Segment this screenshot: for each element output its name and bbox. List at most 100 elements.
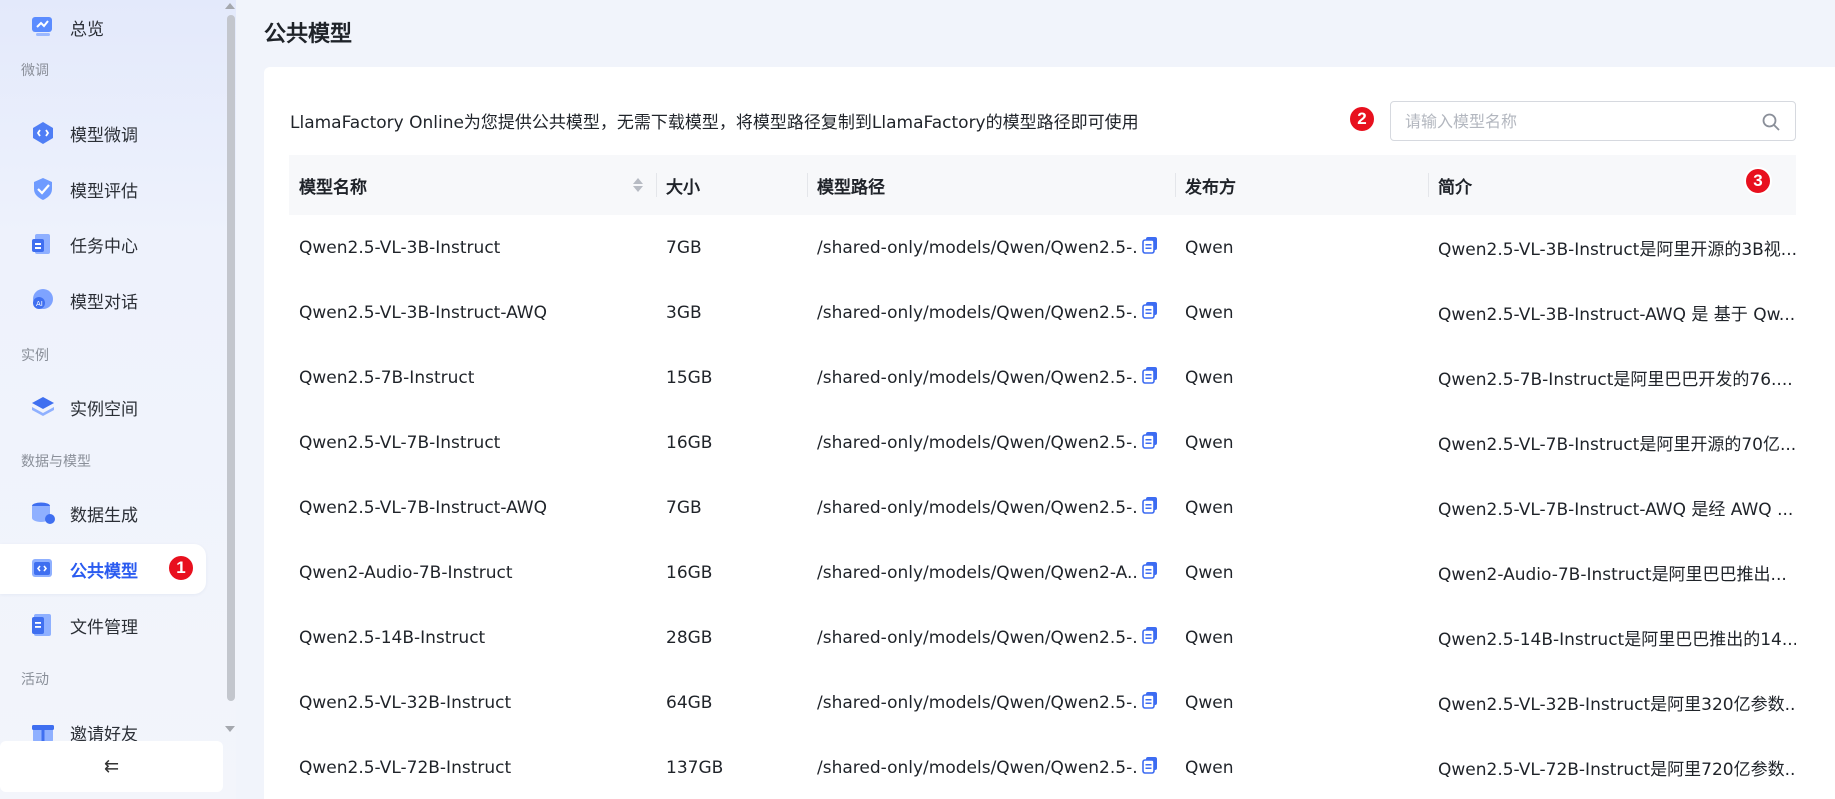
collapse-icon: ⇇: [103, 756, 120, 777]
column-header-model-name[interactable]: 模型名称: [289, 155, 367, 215]
cell-intro: Qwen2.5-VL-3B-Instruct是阿里开源的3B视...: [1438, 240, 1796, 260]
column-header-label: 模型路径: [817, 177, 885, 198]
sidebar-item-label: 任务中心: [70, 236, 138, 257]
database-icon: [32, 502, 55, 524]
copy-icon[interactable]: [1142, 366, 1158, 384]
column-header-intro: 简介: [1428, 155, 1472, 215]
cell-size: 16GB: [666, 432, 713, 453]
cell-publisher: Qwen: [1185, 757, 1234, 778]
cell-size: 15GB: [666, 367, 713, 388]
layers-icon: [32, 397, 54, 416]
cell-model-name: Qwen2.5-VL-7B-Instruct-AWQ: [299, 497, 547, 518]
page-description: LlamaFactory Online为您提供公共模型，无需下载模型，将模型路径…: [290, 113, 1139, 133]
copy-icon[interactable]: [1142, 496, 1158, 514]
cell-model-path: /shared-only/models/Qwen/Qwen2.5-...: [817, 237, 1137, 258]
sidebar-item-instance-space[interactable]: 实例空间: [0, 382, 206, 432]
cell-model-path: /shared-only/models/Qwen/Qwen2.5-...: [817, 432, 1137, 453]
cell-publisher: Qwen: [1185, 627, 1234, 648]
chat-icon: AI: [33, 289, 53, 309]
copy-icon[interactable]: [1142, 431, 1158, 449]
cell-intro: Qwen2.5-VL-32B-Instruct是阿里320亿参数...: [1438, 695, 1796, 715]
sidebar-item-evaluate[interactable]: 模型评估: [0, 164, 206, 214]
cell-publisher: Qwen: [1185, 432, 1234, 453]
sidebar-item-label: 实例空间: [70, 399, 138, 420]
cell-publisher: Qwen: [1185, 367, 1234, 388]
table-row[interactable]: Qwen2.5-14B-Instruct 28GB/shared-only/mod…: [289, 605, 1796, 670]
sidebar-section-finetune: 微调: [21, 63, 49, 79]
table-row[interactable]: Qwen2.5-VL-7B-Instruct-AWQ 7GB/shared-onl…: [289, 475, 1796, 540]
file-icon: [32, 614, 51, 636]
cell-size: 7GB: [666, 497, 702, 518]
column-header-label: 发布方: [1185, 177, 1236, 198]
sidebar-item-tasks[interactable]: 任务中心: [0, 219, 206, 269]
cell-model-path: /shared-only/models/Qwen/Qwen2-A...: [817, 562, 1137, 583]
sidebar-item-overview[interactable]: 总览: [0, 2, 206, 52]
copy-icon[interactable]: [1142, 691, 1158, 709]
sidebar-item-finetune[interactable]: 模型微调: [0, 108, 206, 158]
svg-text:AI: AI: [36, 300, 43, 308]
cell-model-path: /shared-only/models/Qwen/Qwen2.5-...: [817, 497, 1137, 518]
cell-model-path: /shared-only/models/Qwen/Qwen2.5-...: [817, 757, 1137, 778]
cell-intro: Qwen2.5-VL-72B-Instruct是阿里720亿参数...: [1438, 760, 1796, 780]
sidebar-item-label: 数据生成: [70, 505, 138, 526]
cell-size: 16GB: [666, 562, 713, 583]
cell-size: 28GB: [666, 627, 713, 648]
cell-model-path: /shared-only/models/Qwen/Qwen2.5-...: [817, 367, 1137, 388]
annotation-badge-1: 1: [167, 554, 195, 582]
cell-model-name: Qwen2-Audio-7B-Instruct: [299, 562, 513, 583]
table-row[interactable]: Qwen2-Audio-7B-Instruct 16GB/shared-only/…: [289, 540, 1796, 605]
cell-model-name: Qwen2.5-VL-7B-Instruct: [299, 432, 501, 453]
sidebar-section-activity: 活动: [21, 672, 49, 688]
copy-icon[interactable]: [1142, 236, 1158, 254]
model-search-input[interactable]: [1405, 111, 1745, 131]
annotation-badge-2: 2: [1348, 105, 1376, 133]
cell-publisher: Qwen: [1185, 562, 1234, 583]
cell-model-name: Qwen2.5-VL-32B-Instruct: [299, 692, 512, 713]
table-row[interactable]: Qwen2.5-VL-32B-Instruct 64GB/shared-only/…: [289, 670, 1796, 735]
scroll-up-arrow-icon[interactable]: [225, 3, 235, 9]
search-icon[interactable]: [1761, 112, 1781, 132]
table-header: 模型名称 大小 模型路径 发布方 简介: [289, 155, 1796, 215]
cell-model-name: Qwen2.5-14B-Instruct: [299, 627, 486, 648]
sidebar-item-data-generation[interactable]: 数据生成: [0, 488, 206, 538]
column-header-publisher: 发布方: [1175, 155, 1236, 215]
cell-intro: Qwen2.5-VL-7B-Instruct-AWQ 是经 AWQ ...: [1438, 500, 1794, 520]
cell-model-name: Qwen2.5-VL-72B-Instruct: [299, 757, 512, 778]
sort-icon[interactable]: [632, 176, 644, 194]
sidebar-item-file-management[interactable]: 文件管理: [0, 600, 206, 650]
cell-publisher: Qwen: [1185, 237, 1234, 258]
cell-intro: Qwen2.5-7B-Instruct是阿里巴巴开发的76....: [1438, 370, 1793, 390]
table-row[interactable]: Qwen2.5-VL-7B-Instruct 16GB/shared-only/m…: [289, 410, 1796, 475]
column-header-size: 大小: [656, 155, 700, 215]
collapse-sidebar-button[interactable]: ⇇: [0, 741, 223, 792]
table-row[interactable]: Qwen2.5-VL-3B-Instruct-AWQ 3GB/shared-onl…: [289, 280, 1796, 345]
table-row[interactable]: Qwen2.5-7B-Instruct 15GB/shared-only/mode…: [289, 345, 1796, 410]
copy-icon[interactable]: [1142, 626, 1158, 644]
copy-icon[interactable]: [1142, 756, 1158, 774]
cell-size: 3GB: [666, 302, 702, 323]
cell-size: 64GB: [666, 692, 713, 713]
column-header-label: 大小: [666, 177, 700, 198]
annotation-badge-3: 3: [1744, 167, 1772, 195]
column-header-label: 模型名称: [299, 177, 367, 198]
copy-icon[interactable]: [1142, 561, 1158, 579]
column-header-model-path: 模型路径: [807, 155, 885, 215]
table-row[interactable]: Qwen2.5-VL-3B-Instruct 7GB/shared-only/mo…: [289, 215, 1796, 280]
column-header-label: 简介: [1438, 177, 1472, 198]
finetune-icon: [33, 122, 53, 144]
sidebar-item-label: 文件管理: [70, 617, 138, 638]
sidebar-scrollbar-thumb[interactable]: [227, 15, 235, 701]
sidebar-item-label: 模型微调: [70, 125, 138, 146]
evaluate-icon: [34, 178, 52, 200]
sidebar-section-data-model: 数据与模型: [21, 454, 91, 470]
tasks-icon: [32, 234, 50, 254]
search-box[interactable]: [1390, 101, 1796, 141]
cell-model-path: /shared-only/models/Qwen/Qwen2.5-...: [817, 692, 1137, 713]
copy-icon[interactable]: [1142, 301, 1158, 319]
sidebar-item-chat[interactable]: AI 模型对话: [0, 275, 206, 325]
scroll-down-arrow-icon[interactable]: [225, 726, 235, 732]
cell-size: 7GB: [666, 237, 702, 258]
code-window-icon: [32, 559, 52, 577]
table-row[interactable]: Qwen2.5-VL-72B-Instruct 137GB/shared-only…: [289, 735, 1796, 799]
cell-publisher: Qwen: [1185, 497, 1234, 518]
